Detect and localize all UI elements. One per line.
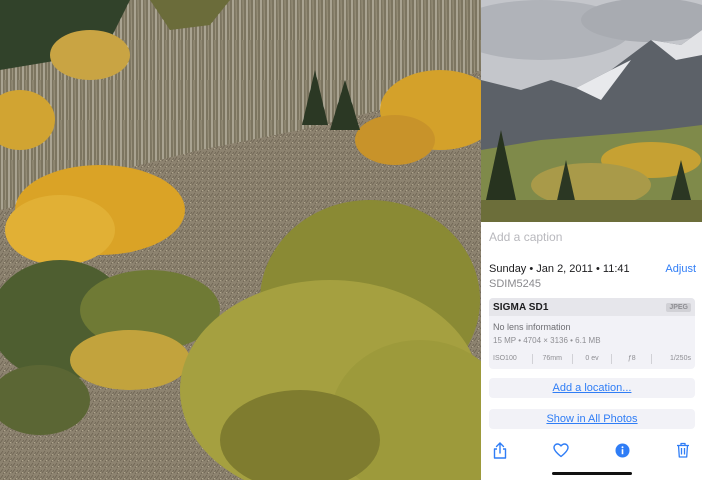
adjust-date-button[interactable]: Adjust <box>665 263 696 275</box>
photo-info-panel: Add a caption Sunday • Jan 2, 2011 • 11:… <box>481 0 702 480</box>
exposure-comp-value: 0 ev <box>571 354 612 364</box>
bottom-toolbar <box>481 438 702 462</box>
shutter-value: 1/250s <box>651 354 695 364</box>
trash-icon[interactable] <box>674 441 692 459</box>
date-row: Sunday • Jan 2, 2011 • 11:41 Adjust <box>489 262 696 276</box>
caption-input[interactable]: Add a caption <box>489 230 562 244</box>
exif-header: SIGMA SD1 JPEG <box>489 298 695 316</box>
photo-date: Sunday • Jan 2, 2011 • 11:41 <box>489 263 630 275</box>
home-indicator <box>552 472 632 475</box>
show-in-all-photos-button[interactable]: Show in All Photos <box>489 409 695 429</box>
share-icon[interactable] <box>491 441 509 459</box>
image-specs: 15 MP • 4704 × 3136 • 6.1 MB <box>493 336 601 345</box>
exposure-values: ISO100 76mm 0 ev ƒ8 1/250s <box>489 352 695 366</box>
info-icon[interactable] <box>613 441 631 459</box>
iso-value: ISO100 <box>493 355 517 362</box>
photo-filename: SDIM5245 <box>489 278 541 290</box>
focal-length-value: 76mm <box>531 354 572 364</box>
exif-card: SIGMA SD1 JPEG No lens information 15 MP… <box>489 298 695 369</box>
camera-model: SIGMA SD1 <box>493 301 549 313</box>
heart-icon[interactable] <box>552 441 570 459</box>
lens-info: No lens information <box>493 322 571 332</box>
main-photo <box>0 0 481 480</box>
format-badge: JPEG <box>666 302 691 312</box>
photo-thumbnail <box>481 0 702 222</box>
aperture-value: ƒ8 <box>611 354 651 364</box>
add-location-button[interactable]: Add a location... <box>489 378 695 398</box>
